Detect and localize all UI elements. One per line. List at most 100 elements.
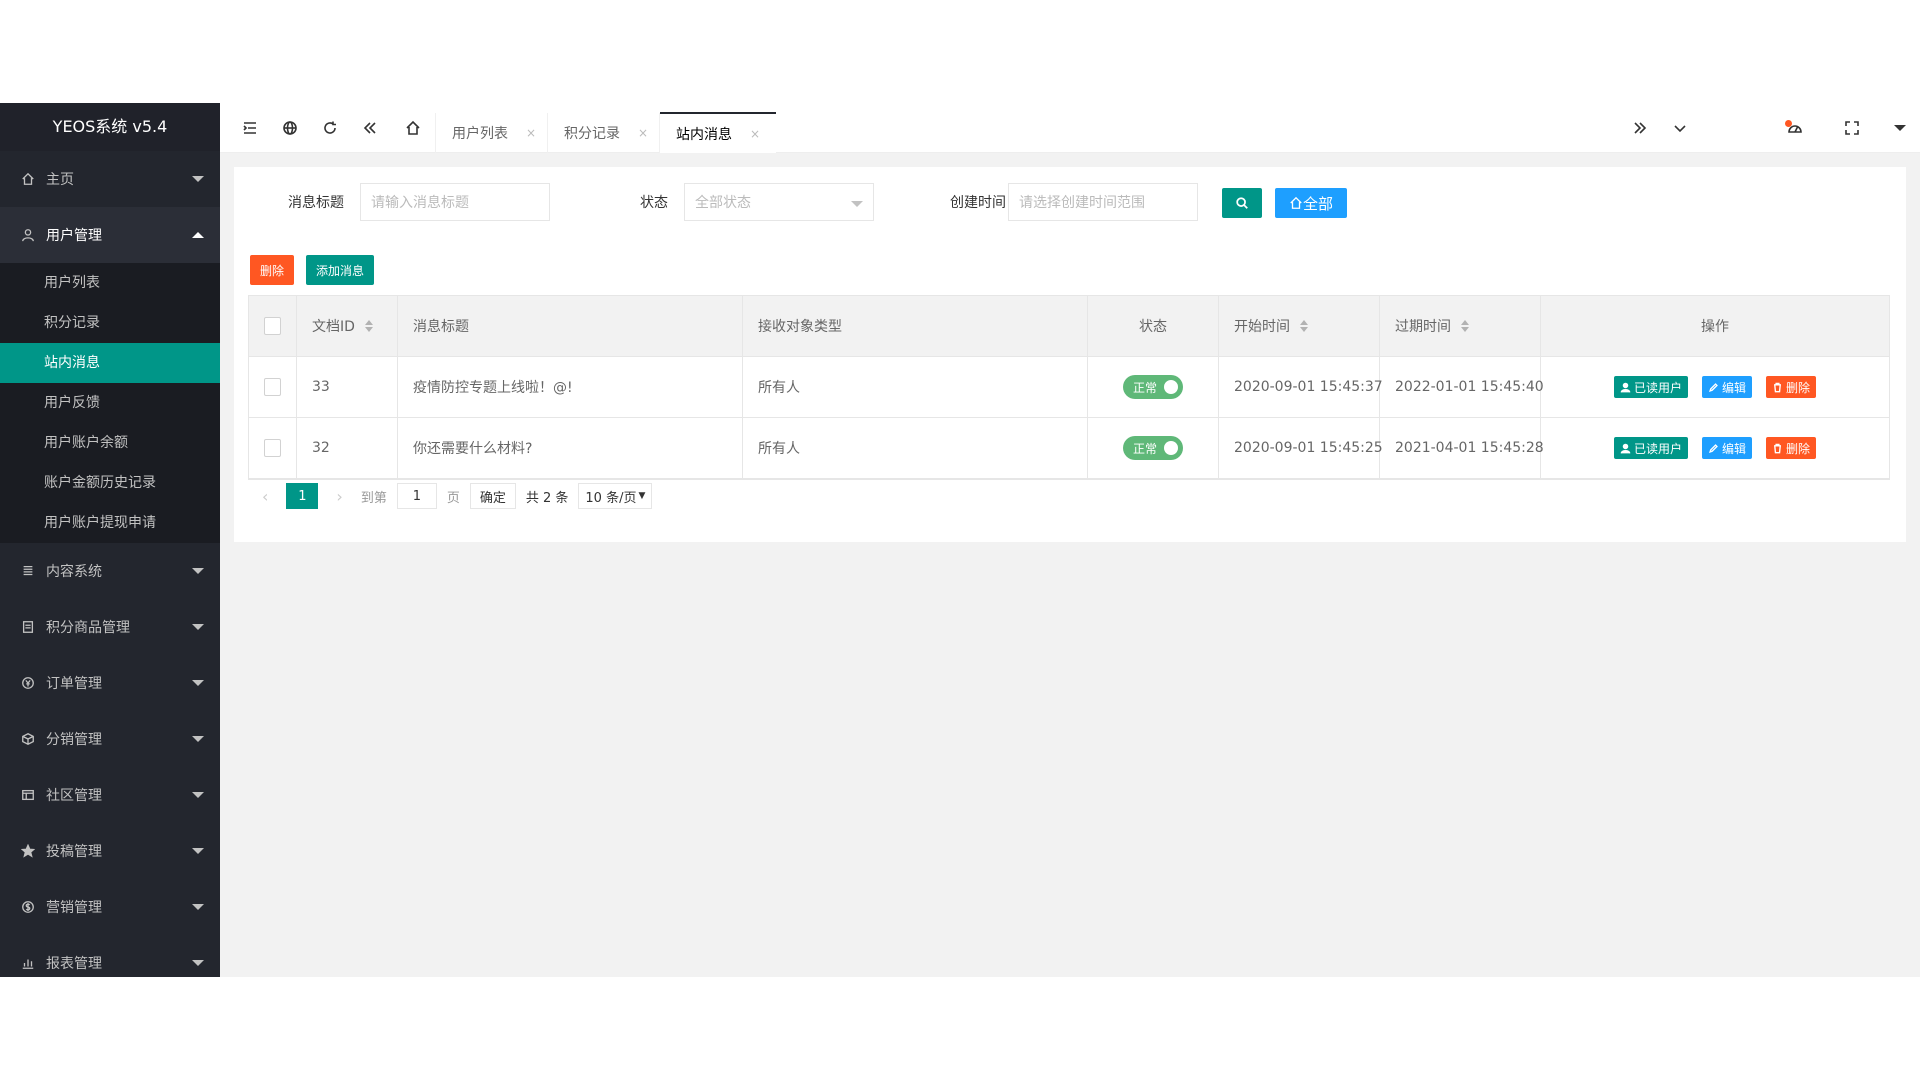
- edit-icon: [1708, 382, 1718, 392]
- search-title-field-wrap: 请输入消息标题: [360, 183, 550, 221]
- menu-label: 投稿管理: [46, 844, 102, 860]
- menu-community[interactable]: 社区管理: [0, 767, 220, 823]
- row-checkbox-cell: [249, 418, 297, 478]
- col-start-time[interactable]: 开始时间: [1219, 296, 1380, 356]
- search-status-field-wrap: 全部状态: [684, 183, 874, 221]
- sidebar-item-user-list[interactable]: 用户列表: [0, 263, 220, 303]
- add-message-button[interactable]: 添加消息: [306, 255, 374, 285]
- close-icon[interactable]: ×: [526, 126, 536, 140]
- chevron-down-icon: [192, 960, 204, 966]
- read-users-button[interactable]: 已读用户: [1613, 437, 1688, 459]
- menu-label: 报表管理: [46, 956, 102, 972]
- menu-user-management[interactable]: 用户管理: [0, 207, 220, 263]
- tab-label: 站内消息: [676, 126, 732, 143]
- search-time-row: 创建时间: [950, 183, 1006, 221]
- notification-dot: [1785, 120, 1792, 127]
- chevron-down-icon: [192, 848, 204, 854]
- time-label: 创建时间: [950, 195, 1006, 211]
- cell-status: 正常: [1088, 418, 1219, 478]
- select-all-checkbox[interactable]: [264, 317, 281, 335]
- cell-start-time: 2020-09-01 15:45:25: [1219, 418, 1383, 478]
- chevron-down-icon: [192, 736, 204, 742]
- theme-icon[interactable]: [1775, 103, 1815, 153]
- sidebar-item-user-feedback[interactable]: 用户反馈: [0, 383, 220, 423]
- current-page[interactable]: 1: [286, 483, 319, 509]
- page-unit-label: 页: [446, 490, 460, 506]
- all-button[interactable]: 全部: [1275, 188, 1347, 218]
- close-icon[interactable]: ×: [638, 126, 648, 140]
- col-expire-time[interactable]: 过期时间: [1380, 296, 1541, 356]
- row-checkbox[interactable]: [264, 439, 281, 457]
- tabs-scroll-right-icon[interactable]: [1620, 103, 1660, 153]
- sidebar-item-account-balance[interactable]: 用户账户余额: [0, 423, 220, 463]
- menu-label: 主页: [46, 172, 74, 188]
- sidebar-item-site-messages[interactable]: 站内消息: [0, 343, 220, 383]
- goto-label: 到第: [360, 490, 387, 506]
- total-count: 共 2 条: [525, 490, 569, 506]
- menu-home[interactable]: 主页: [0, 151, 220, 207]
- menu-content-system[interactable]: 内容系统: [0, 543, 220, 599]
- title-search-input[interactable]: 请输入消息标题: [360, 183, 550, 221]
- tab-points-record[interactable]: 积分记录 ×: [548, 113, 664, 153]
- menu-label: 分销管理: [46, 732, 102, 748]
- row-checkbox[interactable]: [264, 378, 281, 396]
- menu-distribution[interactable]: 分销管理: [0, 711, 220, 767]
- title-label: 消息标题: [288, 195, 344, 211]
- tab-user-list[interactable]: 用户列表 ×: [436, 113, 552, 153]
- menu-marketing[interactable]: 营销管理: [0, 879, 220, 935]
- status-select-value: 全部状态: [695, 195, 751, 211]
- menu-reports[interactable]: 报表管理: [0, 935, 220, 977]
- chevron-down-icon: [851, 201, 863, 207]
- sidebar-item-points-record[interactable]: 积分记录: [0, 303, 220, 343]
- goto-confirm-button[interactable]: 确定: [469, 483, 516, 509]
- status-select[interactable]: 全部状态: [684, 183, 874, 221]
- tabs-dropdown-icon[interactable]: [1660, 103, 1700, 153]
- col-label: 文档ID: [312, 319, 355, 335]
- refresh-icon[interactable]: [310, 103, 350, 153]
- time-range-input[interactable]: 请选择创建时间范围: [1008, 183, 1198, 221]
- chart-icon: [20, 955, 36, 971]
- delete-button[interactable]: 删除: [1766, 376, 1817, 398]
- close-icon[interactable]: ×: [750, 127, 760, 141]
- sidebar-item-balance-history[interactable]: 账户金额历史记录: [0, 463, 220, 503]
- col-target-type: 接收对象类型: [743, 296, 1088, 356]
- sort-icon[interactable]: [364, 320, 373, 332]
- tab-site-messages[interactable]: 站内消息 ×: [660, 112, 777, 153]
- cell-expire-time: 2021-04-01 15:45:28: [1380, 418, 1544, 478]
- user-icon: [20, 227, 36, 243]
- home-tab-icon[interactable]: [393, 103, 433, 153]
- chevron-down-icon: [192, 904, 204, 910]
- goto-page-input[interactable]: 1: [396, 483, 437, 509]
- prev-page-icon[interactable]: ‹: [262, 487, 268, 506]
- col-status: 状态: [1088, 296, 1219, 356]
- caret-down-icon: ▼: [638, 491, 646, 501]
- status-toggle[interactable]: 正常: [1123, 375, 1183, 399]
- sort-icon[interactable]: [1461, 320, 1469, 332]
- menu-label: 积分商品管理: [46, 620, 130, 636]
- fullscreen-icon[interactable]: [1832, 103, 1872, 153]
- batch-delete-button[interactable]: 删除: [250, 255, 294, 285]
- chevron-down-icon: [192, 176, 204, 182]
- next-page-icon[interactable]: ›: [336, 487, 342, 506]
- tabs-scroll-left-icon[interactable]: [350, 103, 390, 153]
- menu-toggle-icon[interactable]: [230, 103, 270, 153]
- menu-submissions[interactable]: 投稿管理: [0, 823, 220, 879]
- delete-button[interactable]: 删除: [1766, 437, 1817, 459]
- status-toggle[interactable]: 正常: [1123, 436, 1183, 460]
- edit-button[interactable]: 编辑: [1701, 376, 1752, 398]
- page-size-select[interactable]: 10 条/页 ▼: [578, 483, 653, 509]
- read-users-button[interactable]: 已读用户: [1613, 376, 1688, 398]
- table-header-row: 文档ID 消息标题 接收对象类型 状态 开始时间 过期时间 操作: [249, 296, 1889, 357]
- col-doc-id[interactable]: 文档ID: [297, 296, 398, 356]
- user-menu-caret-icon[interactable]: [1880, 103, 1920, 153]
- menu-orders[interactable]: 订单管理: [0, 655, 220, 711]
- globe-icon[interactable]: [270, 103, 310, 153]
- sidebar-item-withdraw-requests[interactable]: 用户账户提现申请: [0, 503, 220, 543]
- menu-points-goods[interactable]: 积分商品管理: [0, 599, 220, 655]
- sort-icon[interactable]: [1300, 320, 1308, 332]
- col-label: 状态: [1139, 319, 1167, 335]
- menu-label: 社区管理: [46, 788, 102, 804]
- edit-button[interactable]: 编辑: [1701, 437, 1752, 459]
- search-button[interactable]: [1222, 188, 1262, 218]
- cell-actions: 已读用户 编辑 删除: [1541, 418, 1889, 478]
